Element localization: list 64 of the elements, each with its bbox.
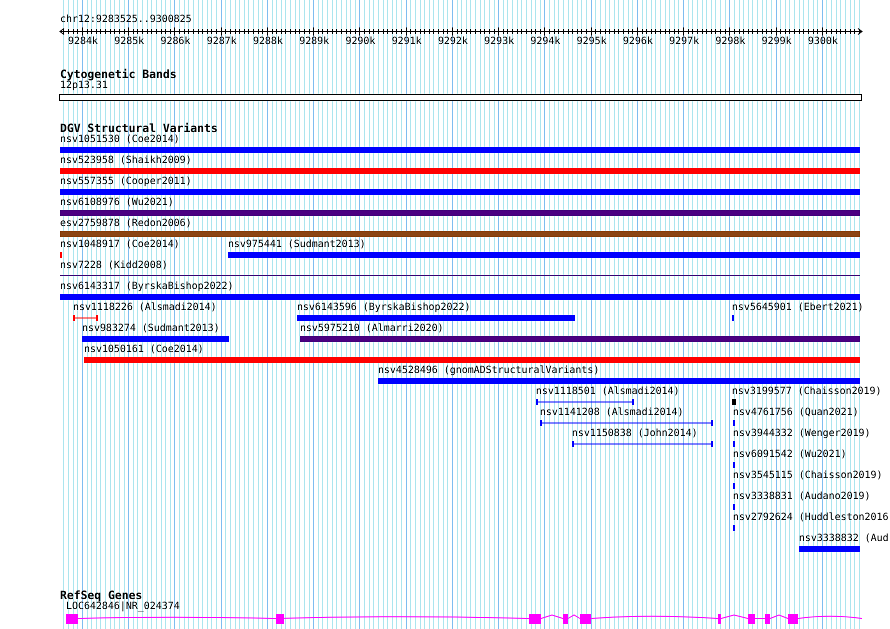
tick-label: 9287k <box>206 36 237 48</box>
feature-label[interactable]: esv2759878 (Redon2006) <box>60 218 192 229</box>
band-label: 12p13.31 <box>60 80 108 92</box>
feature-label[interactable]: nsv3338831 (Audano2019) <box>732 491 871 502</box>
tick-label: 9290k <box>345 36 376 48</box>
tick-label: 9295k <box>576 36 607 48</box>
feature-label[interactable]: nsv6143317 (ByrskaBishop2022) <box>60 281 234 292</box>
feature-bar[interactable] <box>732 315 734 321</box>
feature-label[interactable]: nsv6143596 (ByrskaBishop2022) <box>296 302 470 313</box>
feature-bar[interactable] <box>732 462 735 468</box>
track-title: RefSeq Genes <box>60 589 142 601</box>
tick-label: 9298k <box>715 36 746 48</box>
location-label: chr12:9283525..9300825 <box>60 14 192 26</box>
tick-label: 9291k <box>392 36 422 48</box>
feature-label[interactable]: nsv4761756 (Quan2021) <box>732 407 859 418</box>
cytoband-bar[interactable] <box>59 94 862 101</box>
feature-label[interactable]: nsv1051530 (Coe2014) <box>60 134 180 145</box>
feature-label[interactable]: nsv5645901 (Ebert2021) <box>732 302 864 313</box>
feature-label[interactable]: nsv5975210 (Almarri2020) <box>300 323 444 334</box>
track-title: DGV Structural Variants <box>60 122 218 134</box>
feature-bar[interactable] <box>732 483 735 489</box>
tick-label: 9286k <box>160 36 190 48</box>
track-title: Cytogenetic Bands <box>60 68 177 80</box>
tick-label: 9296k <box>622 36 653 48</box>
feature-label[interactable]: nsv523958 (Shaikh2009) <box>60 155 192 166</box>
feature-bar[interactable] <box>732 420 735 426</box>
tick-label: 9288k <box>252 36 283 48</box>
feature-bar[interactable] <box>732 525 735 531</box>
feature-label[interactable]: nsv557355 (Cooper2011) <box>60 176 192 187</box>
feature-bar[interactable] <box>732 504 735 510</box>
feature-label[interactable]: nsv983274 (Sudmant2013) <box>82 323 220 334</box>
feature-label[interactable]: nsv1118226 (Alsmadi2014) <box>72 302 217 313</box>
feature-bar[interactable] <box>732 399 736 405</box>
interval-bar[interactable] <box>540 420 713 426</box>
feature-bar[interactable] <box>732 441 735 447</box>
feature-label[interactable]: nsv6108976 (Wu2021) <box>60 197 174 208</box>
feature-label[interactable]: nsv3199577 (Chaisson2019) <box>732 386 882 397</box>
feature-label[interactable]: nsv1150838 (John2014) <box>572 428 698 439</box>
interval-bar[interactable] <box>536 399 634 405</box>
feature-label[interactable]: nsv7228 (Kidd2008) <box>60 260 168 271</box>
tick-label: 9294k <box>530 36 560 48</box>
feature-label[interactable]: nsv6091542 (Wu2021) <box>732 449 847 460</box>
tick-label: 9284k <box>68 36 98 48</box>
tick-label: 9299k <box>762 36 792 48</box>
interval-bar[interactable] <box>72 315 98 321</box>
tick-label: 9297k <box>669 36 700 48</box>
feature-label[interactable]: nsv975441 (Sudmant2013) <box>228 239 366 250</box>
feature-label[interactable]: nsv3944332 (Wenger2019) <box>732 428 871 439</box>
feature-label[interactable]: nsv3338832 (Aud <box>798 533 889 544</box>
interval-bar[interactable] <box>572 441 713 447</box>
tick-label: 9289k <box>299 36 330 48</box>
tick-label: 9293k <box>484 36 514 48</box>
feature-label[interactable]: nsv4528496 (gnomADStructuralVariants) <box>378 365 600 376</box>
gene-label[interactable]: LOC642846|NR_024374 <box>66 601 180 613</box>
feature-label[interactable]: nsv1050161 (Coe2014) <box>84 344 204 355</box>
feature-label[interactable]: nsv1141208 (Alsmadi2014) <box>540 407 684 418</box>
feature-label[interactable]: nsv1048917 (Coe2014) <box>60 239 180 250</box>
gene-drawing[interactable] <box>66 614 862 624</box>
feature-label[interactable]: nsv3545115 (Chaisson2019) <box>732 470 882 481</box>
tick-label: 9300k <box>808 36 838 48</box>
tick-label: 9292k <box>438 36 468 48</box>
feature-label[interactable]: nsv2792624 (Huddleston2016 <box>732 512 888 523</box>
tick-label: 9285k <box>114 36 144 48</box>
feature-label[interactable]: nsv1118501 (Alsmadi2014) <box>536 386 680 397</box>
